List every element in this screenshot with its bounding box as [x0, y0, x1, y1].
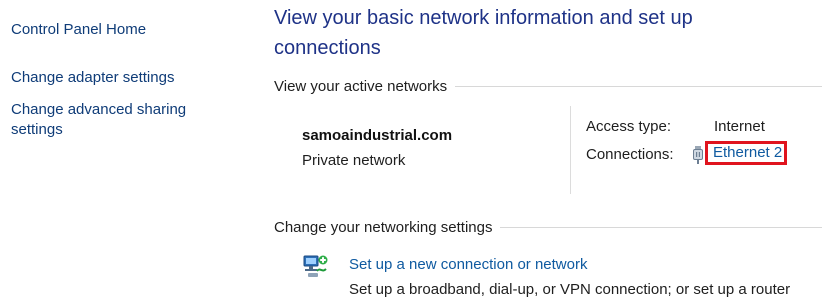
active-networks-header-label: View your active networks [274, 78, 448, 95]
access-type-value: Internet [714, 118, 765, 135]
network-name: samoaindustrial.com [302, 127, 453, 144]
control-panel-home-link[interactable]: Control Panel Home [11, 20, 146, 40]
change-settings-header: Change your networking settings [274, 219, 822, 236]
setup-new-connection-link[interactable]: Set up a new connection or network [349, 256, 587, 273]
network-and-sharing-center: Control Panel Home Change adapter settin… [0, 0, 826, 300]
setup-new-connection-description: Set up a broadband, dial-up, or VPN conn… [349, 281, 791, 298]
network-category: Private network [302, 152, 406, 169]
change-settings-header-label: Change your networking settings [274, 219, 493, 236]
connections-label: Connections: [586, 146, 674, 163]
change-advanced-sharing-link[interactable]: Change advanced sharing settings [11, 100, 221, 140]
change-adapter-settings-link[interactable]: Change adapter settings [11, 68, 174, 88]
access-type-label: Access type: [586, 118, 672, 135]
ethernet-2-link[interactable]: Ethernet 2 [705, 141, 787, 165]
new-connection-icon [303, 255, 328, 277]
section-divider [500, 227, 822, 228]
ethernet-plug-icon [693, 146, 703, 164]
vertical-divider [570, 106, 571, 194]
active-networks-header: View your active networks [274, 78, 822, 95]
section-divider [455, 86, 822, 87]
page-title: View your basic network information and … [274, 7, 693, 59]
